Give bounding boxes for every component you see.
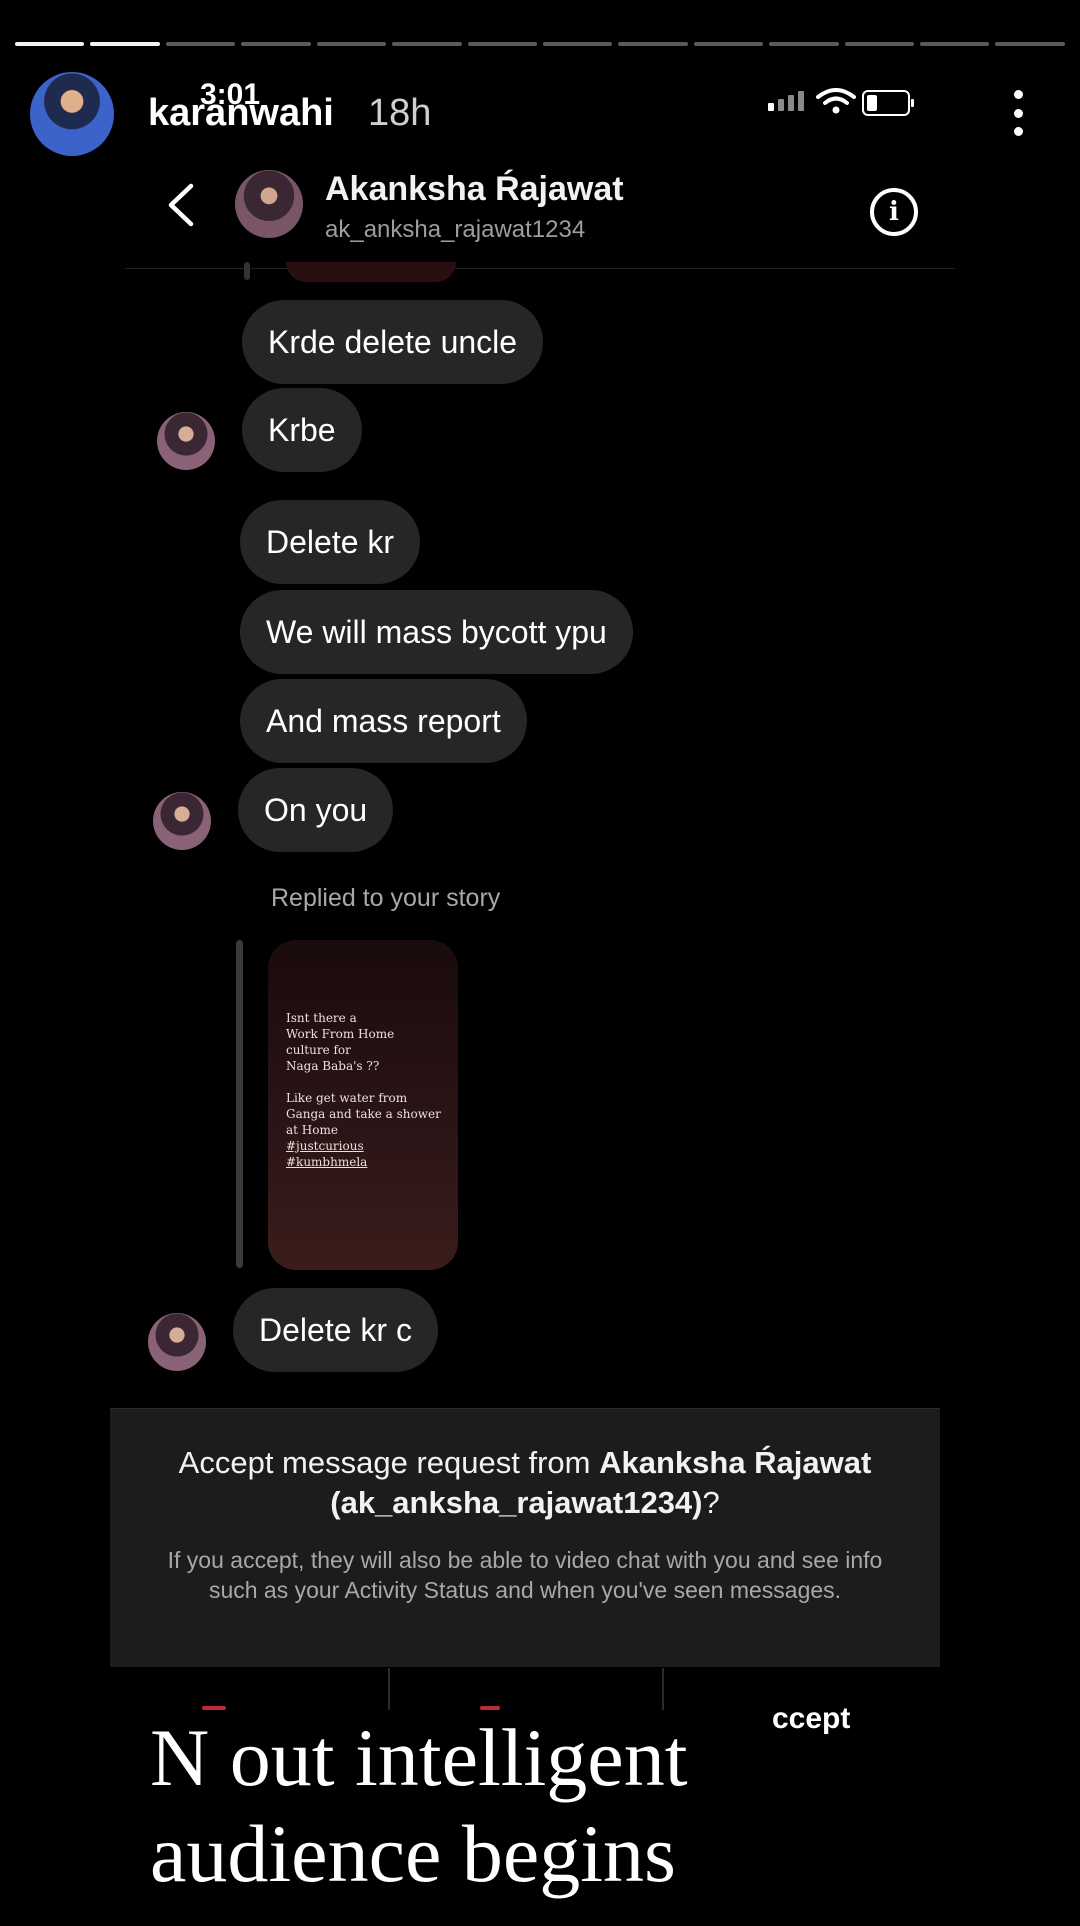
sender-avatar — [157, 412, 215, 470]
progress-segment — [995, 42, 1065, 46]
reply-bar-fragment — [244, 262, 250, 280]
wifi-icon — [816, 88, 856, 114]
request-title: Accept message request from Akanksha Ŕaj… — [178, 1445, 872, 1520]
message-bubble[interactable]: We will mass bycott ypu — [240, 590, 633, 674]
message-bubble[interactable]: And mass report — [240, 679, 527, 763]
battery-icon — [862, 90, 914, 116]
progress-segment — [693, 42, 764, 46]
story-author-avatar[interactable] — [30, 72, 114, 156]
story-time-ago: 18h — [368, 92, 432, 134]
progress-segment — [392, 42, 462, 46]
request-body: If you accept, they will also be able to… — [167, 1547, 883, 1603]
progress-segment — [769, 42, 839, 46]
sender-avatar — [148, 1313, 206, 1371]
cell-signal-icon — [768, 91, 804, 111]
story-caption: N out intelligent audience begins — [150, 1712, 688, 1899]
message-bubble[interactable]: On you — [238, 768, 394, 852]
progress-segment — [618, 42, 688, 46]
progress-segment — [165, 42, 236, 46]
story-reply-card[interactable]: Isnt there a Work From Home culture for … — [268, 940, 458, 1270]
info-icon[interactable]: i — [870, 188, 918, 236]
story-card-fragment — [286, 262, 456, 282]
status-clock: 3:01 — [200, 78, 261, 111]
story-progress-bar — [15, 42, 1065, 46]
contact-avatar[interactable] — [235, 170, 303, 238]
message-bubble[interactable]: Krbe — [242, 388, 362, 472]
message-bubble[interactable]: Delete kr c — [233, 1288, 438, 1372]
replied-to-story-label: Replied to your story — [271, 884, 501, 912]
back-chevron-icon[interactable] — [163, 182, 199, 228]
progress-segment — [316, 42, 387, 46]
progress-segment — [15, 42, 85, 46]
progress-segment — [844, 42, 915, 46]
action-divider — [662, 1668, 664, 1710]
progress-segment — [920, 42, 990, 46]
action-divider — [388, 1668, 390, 1710]
message-request-panel: Accept message request from Akanksha Ŕaj… — [110, 1408, 940, 1667]
story-card-text: Isnt there a Work From Home culture for … — [286, 1011, 441, 1169]
sender-avatar — [153, 792, 211, 850]
progress-segment — [542, 42, 613, 46]
contact-handle: ak_anksha_rajawat1234 — [325, 216, 586, 243]
contact-name[interactable]: Akanksha Ŕajawat — [325, 170, 624, 209]
message-bubble[interactable]: Delete kr — [240, 500, 421, 584]
dm-header: Akanksha Ŕajawat ak_anksha_rajawat1234 i — [125, 160, 955, 269]
progress-segment — [90, 42, 160, 46]
more-vertical-icon[interactable] — [1006, 90, 1030, 136]
message-bubble[interactable]: Krde delete uncle — [242, 300, 544, 384]
progress-segment — [241, 42, 311, 46]
progress-segment — [467, 42, 537, 46]
reply-bar — [236, 940, 243, 1268]
